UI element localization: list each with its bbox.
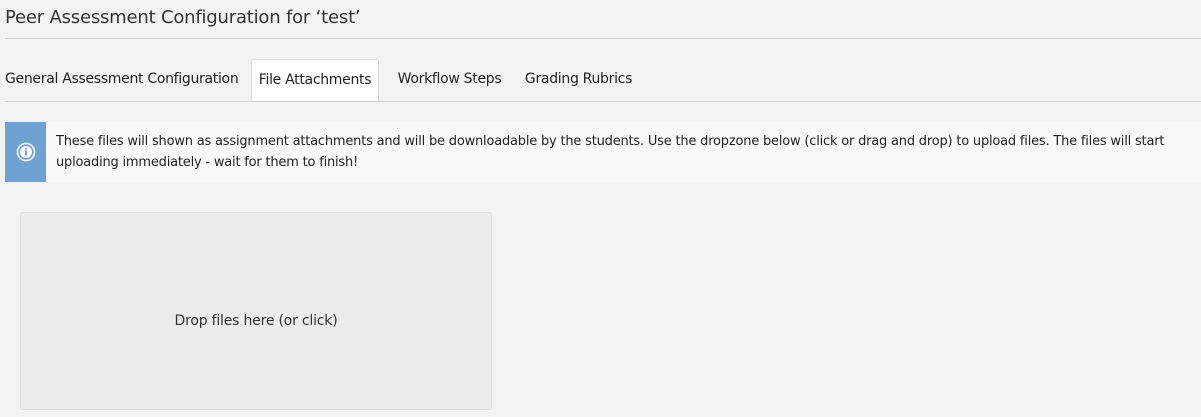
tab-bar: General Assessment Configuration File At… (5, 59, 1201, 102)
info-alert: These files will shown as assignment att… (5, 122, 1201, 182)
tab-general-assessment-configuration[interactable]: General Assessment Configuration (5, 59, 239, 101)
tab-grading-rubrics[interactable]: Grading Rubrics (520, 59, 637, 101)
info-icon-cell (5, 122, 46, 182)
page-title: Peer Assessment Configuration for ‘test’ (5, 7, 361, 28)
tab-file-attachments[interactable]: File Attachments (251, 59, 379, 101)
title-divider (5, 38, 1201, 39)
file-dropzone[interactable]: Drop files here (or click) (20, 212, 492, 410)
tab-workflow-steps[interactable]: Workflow Steps (391, 59, 508, 101)
info-message: These files will shown as assignment att… (56, 134, 1165, 170)
dropzone-label: Drop files here (or click) (174, 313, 338, 329)
info-icon (16, 142, 36, 162)
